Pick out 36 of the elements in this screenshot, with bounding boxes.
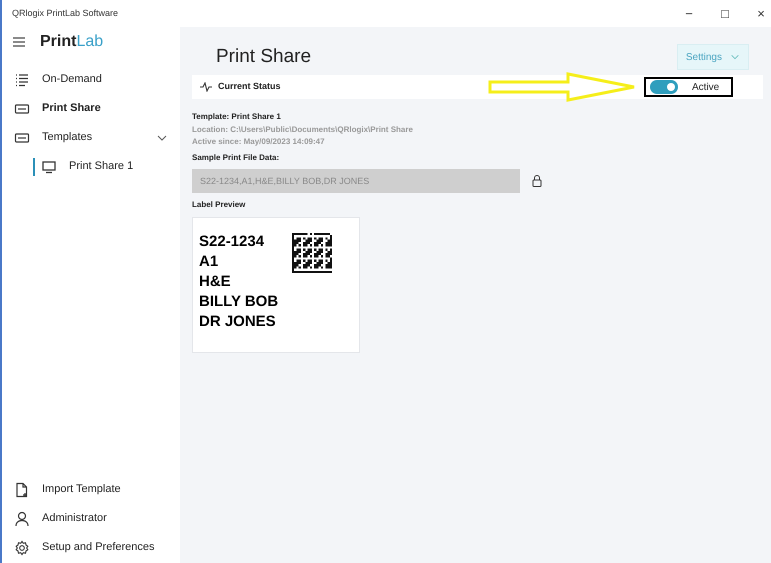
settings-icon — [14, 540, 30, 556]
list-icon — [14, 72, 30, 88]
label-text: H&E — [199, 272, 232, 292]
template-name: Template: Print Share 1 — [192, 111, 282, 123]
nav-item[interactable]: Setup and Preferences — [42, 539, 155, 556]
window-control[interactable]: − — [681, 4, 697, 24]
sample-data-label: Sample Print File Data: — [192, 152, 280, 164]
lock-icon[interactable] — [532, 175, 542, 187]
qr-code-icon — [292, 233, 332, 273]
window-control[interactable]: □ — [717, 4, 733, 24]
status-state: Active — [692, 80, 720, 94]
toggle-switch[interactable] — [650, 80, 678, 94]
label-text: BILLY BOB — [199, 292, 278, 312]
chevron-icon — [730, 52, 740, 62]
document-add-icon — [14, 482, 30, 498]
window-control[interactable]: × — [753, 4, 769, 24]
monitor-icon — [41, 158, 57, 174]
nav-item[interactable]: Templates — [42, 129, 92, 146]
status-label: Current Status — [218, 80, 281, 94]
label-text: DR JONES — [199, 312, 277, 332]
menu-icon[interactable] — [12, 35, 26, 49]
label-text: A1 — [199, 252, 220, 272]
location-text: Location: C:\Users\Public\Documents\QRlogix\Print Share — [192, 124, 414, 136]
nav-item[interactable]: Import Template — [42, 481, 121, 498]
label-text: S22-1234 — [199, 232, 266, 252]
nav-item[interactable]: Administrator — [42, 510, 107, 527]
user-icon — [14, 510, 30, 526]
nav-item[interactable]: On-Demand — [42, 71, 102, 88]
page-title: Print Share — [216, 44, 312, 69]
nav-item[interactable]: Print Share 1 — [69, 158, 134, 175]
nav-item[interactable]: Print Share — [42, 100, 101, 117]
window-title: QRlogix PrintLab Software — [11, 6, 118, 20]
active-since-text: Active since: May/09/2023 14:09:47 — [192, 136, 326, 148]
preview-label: Label Preview — [192, 199, 246, 211]
activity-icon — [200, 82, 212, 92]
app-logo: PrintLab — [40, 32, 104, 52]
